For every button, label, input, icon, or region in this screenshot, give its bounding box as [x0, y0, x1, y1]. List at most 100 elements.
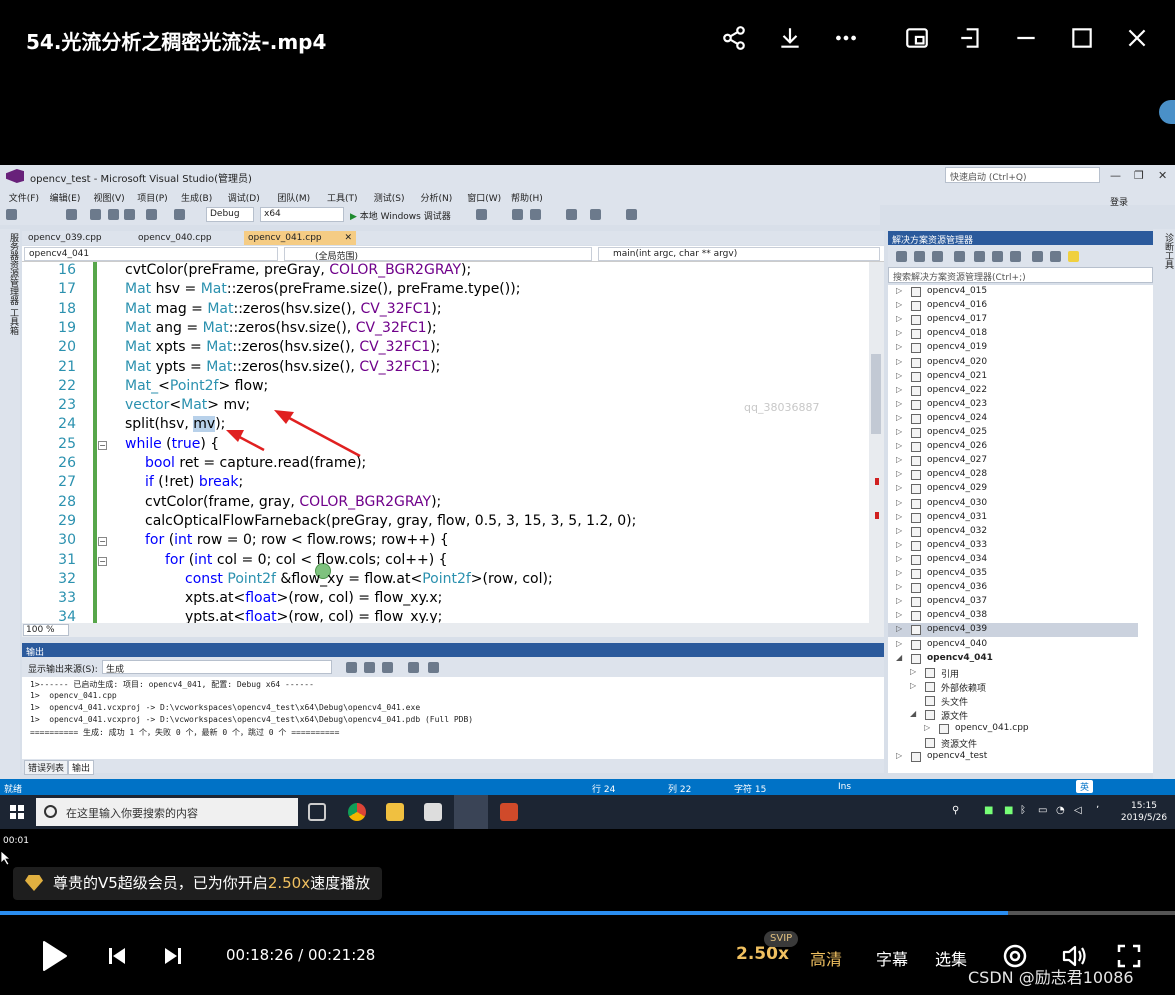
tree-item[interactable]: ▷ opencv4_035	[888, 567, 1138, 581]
episodes-button[interactable]: 选集	[935, 946, 967, 970]
expand-arrow-icon[interactable]: ▷	[896, 427, 902, 436]
tree-item[interactable]: ▷ opencv4_037	[888, 595, 1138, 609]
expand-arrow-icon[interactable]: ▷	[896, 399, 902, 408]
expand-arrow-icon[interactable]: ▷	[896, 751, 902, 760]
network-icon[interactable]: ◔	[1056, 805, 1065, 816]
taskbar-search-box[interactable]: 在这里输入你要搜索的内容	[36, 798, 298, 826]
solution-explorer-search-input[interactable]: 搜索解决方案资源管理器(Ctrl+;)	[888, 267, 1153, 283]
tool-icon[interactable]	[566, 209, 577, 220]
home-icon[interactable]	[932, 251, 943, 262]
next-button[interactable]	[158, 938, 188, 974]
quick-launch-input[interactable]: 快速启动 (Ctrl+Q)	[945, 167, 1100, 183]
code-editor[interactable]: qq_38036887 16 cvtColor(preFrame, preGray…	[22, 262, 884, 623]
menu-item[interactable]: 团队(M)	[277, 191, 310, 204]
bluetooth-icon[interactable]: ᛒ	[1020, 805, 1026, 816]
expand-arrow-icon[interactable]: ▷	[896, 342, 902, 351]
share-icon[interactable]	[718, 22, 750, 54]
back-icon[interactable]	[896, 251, 907, 262]
menu-item[interactable]: 工具(T)	[327, 191, 358, 204]
expand-arrow-icon[interactable]: ▷	[896, 512, 902, 521]
previous-button[interactable]	[102, 938, 132, 974]
tree-item[interactable]: ▷ opencv4_028	[888, 468, 1138, 482]
tree-item[interactable]: ▷ opencv4_034	[888, 553, 1138, 567]
tree-item[interactable]: ▷ 外部依赖项	[888, 680, 1138, 694]
tree-item[interactable]: ▷ opencv4_022	[888, 384, 1138, 398]
visual-studio-task-icon[interactable]	[454, 795, 488, 829]
ime-indicator[interactable]: 英	[1076, 780, 1094, 793]
tree-item[interactable]: ▷ opencv4_032	[888, 525, 1138, 539]
vs-close-icon[interactable]: ✕	[1158, 169, 1167, 182]
fold-toggle-icon[interactable]: −	[98, 556, 107, 566]
tool-icon[interactable]	[530, 209, 541, 220]
app-icon[interactable]	[500, 803, 518, 821]
preview-icon[interactable]	[1068, 251, 1079, 262]
chrome-icon[interactable]	[348, 803, 366, 821]
minimize-icon[interactable]	[1010, 22, 1042, 54]
file-explorer-icon[interactable]	[386, 803, 404, 821]
expand-arrow-icon[interactable]: ▷	[896, 624, 902, 633]
function-combo[interactable]: main(int argc, char ** argv)	[598, 247, 880, 261]
output-tool-icon[interactable]	[382, 662, 393, 673]
subtitles-button[interactable]: 字幕	[876, 946, 908, 970]
expand-arrow-icon[interactable]: ▷	[896, 483, 902, 492]
menu-item[interactable]: 帮助(H)	[511, 191, 543, 204]
tree-item[interactable]: ▷ opencv4_test	[888, 750, 1138, 764]
menu-item[interactable]: 生成(B)	[181, 191, 212, 204]
save-icon[interactable]	[108, 209, 119, 220]
tree-item[interactable]: ▷ opencv4_031	[888, 511, 1138, 525]
more-icon[interactable]	[830, 22, 862, 54]
tree-item[interactable]: ▷ opencv4_040	[888, 638, 1138, 652]
tree-item[interactable]: ▷ opencv4_024	[888, 412, 1138, 426]
expand-arrow-icon[interactable]: ▷	[896, 300, 902, 309]
expand-arrow-icon[interactable]: ▷	[924, 723, 930, 732]
output-tool-icon[interactable]	[364, 662, 375, 673]
tool-icon[interactable]	[512, 209, 523, 220]
download-icon[interactable]	[774, 22, 806, 54]
vs-minimize-icon[interactable]: —	[1110, 169, 1121, 182]
expand-arrow-icon[interactable]: ▷	[896, 328, 902, 337]
expand-arrow-icon[interactable]: ▷	[896, 554, 902, 563]
wrench-icon[interactable]	[1050, 251, 1061, 262]
tree-item[interactable]: ▷ opencv4_025	[888, 426, 1138, 440]
platform-select[interactable]: x64	[260, 207, 344, 222]
tab-opencv-039[interactable]: opencv_039.cpp	[24, 231, 106, 245]
refresh-icon[interactable]	[974, 251, 985, 262]
tab-output[interactable]: 输出	[68, 760, 95, 775]
tool-icon[interactable]	[476, 209, 487, 220]
tree-item[interactable]: ▷ opencv4_030	[888, 497, 1138, 511]
expand-arrow-icon[interactable]: ▷	[896, 469, 902, 478]
tree-item[interactable]: ▷ opencv4_039	[888, 623, 1138, 638]
forward-icon[interactable]	[914, 251, 925, 262]
tree-item[interactable]: ▷ opencv4_023	[888, 398, 1138, 412]
tree-item[interactable]: ▷ opencv4_033	[888, 539, 1138, 553]
expand-arrow-icon[interactable]: ▷	[910, 681, 916, 690]
menu-item[interactable]: 项目(P)	[137, 191, 167, 204]
expand-arrow-icon[interactable]: ▷	[896, 526, 902, 535]
expand-arrow-icon[interactable]: ▷	[910, 667, 916, 676]
tree-item[interactable]: ◢ opencv4_041	[888, 652, 1138, 666]
fold-toggle-icon[interactable]: −	[98, 440, 107, 450]
tree-item[interactable]: ▷ opencv4_017	[888, 313, 1138, 327]
tree-item[interactable]: ▷ opencv4_021	[888, 370, 1138, 384]
save-all-icon[interactable]	[124, 209, 135, 220]
tree-item[interactable]: ▷ opencv4_016	[888, 299, 1138, 313]
sync-icon[interactable]	[954, 251, 965, 262]
expand-arrow-icon[interactable]: ▷	[896, 568, 902, 577]
expand-arrow-icon[interactable]: ▷	[896, 357, 902, 366]
output-tool-icon[interactable]	[346, 662, 357, 673]
clear-output-icon[interactable]	[408, 662, 419, 673]
menu-item[interactable]: 视图(V)	[93, 191, 124, 204]
people-icon[interactable]: ⚲	[952, 805, 959, 816]
play-button[interactable]	[34, 938, 74, 974]
expand-arrow-icon[interactable]: ▷	[896, 540, 902, 549]
taskbar-clock[interactable]: 15:15 2019/5/26	[1118, 800, 1170, 824]
tab-error-list[interactable]: 错误列表	[24, 760, 69, 775]
menu-item[interactable]: 窗口(W)	[467, 191, 501, 204]
tree-item[interactable]: ▷ opencv4_027	[888, 454, 1138, 468]
tree-item[interactable]: ▷ opencv4_020	[888, 356, 1138, 370]
expand-arrow-icon[interactable]: ▷	[896, 385, 902, 394]
expand-arrow-icon[interactable]: ▷	[896, 639, 902, 648]
menu-item[interactable]: 文件(F)	[9, 191, 39, 204]
tray-icon[interactable]: ■	[984, 805, 993, 816]
redo-icon[interactable]	[174, 209, 185, 220]
